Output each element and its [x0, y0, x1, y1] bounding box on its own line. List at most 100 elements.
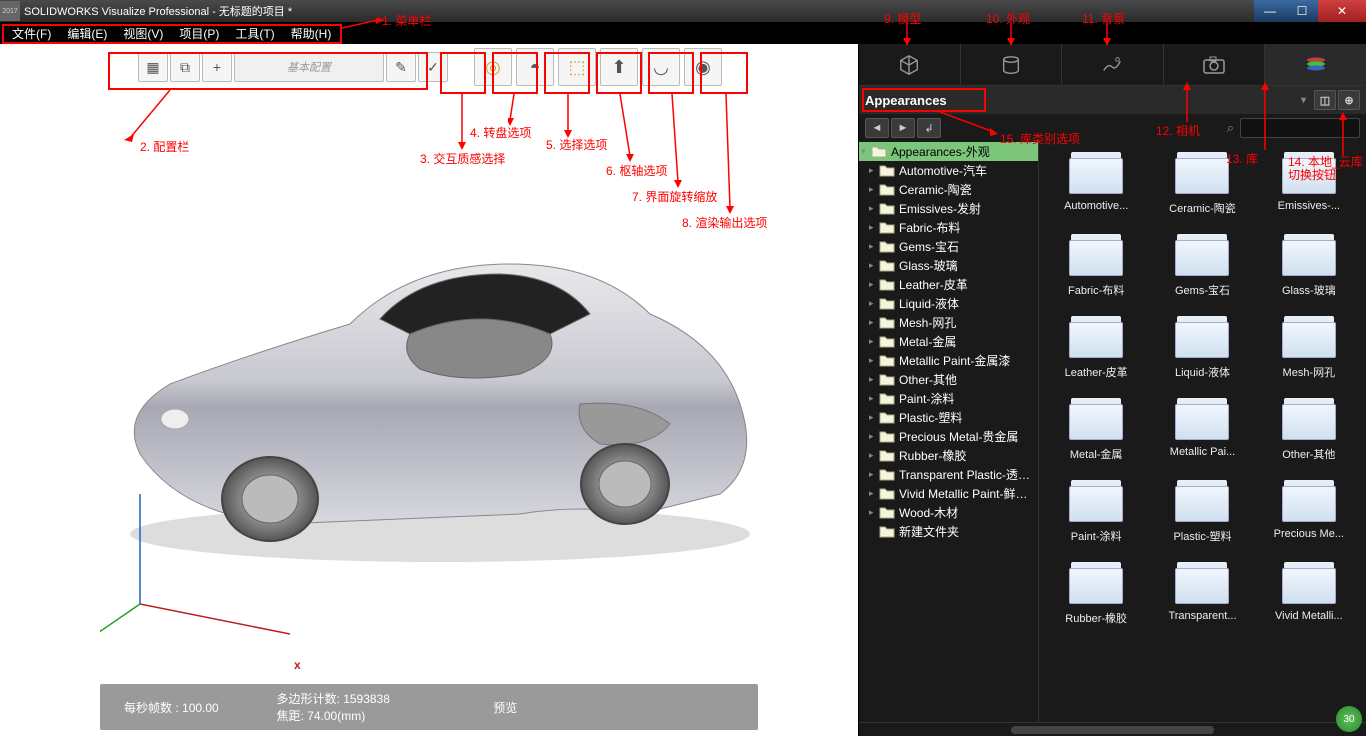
- tab-appearance[interactable]: [961, 44, 1063, 85]
- grid-item-label: Fabric-布料: [1068, 282, 1124, 298]
- add-button[interactable]: +: [202, 52, 232, 82]
- fps-value: 100.00: [182, 701, 219, 715]
- select-button[interactable]: ⬚: [558, 48, 596, 86]
- tab-library[interactable]: [1265, 44, 1366, 85]
- tree-item[interactable]: ▸Glass-玻璃: [859, 256, 1038, 275]
- library-tree[interactable]: ▾ Appearances-外观 ▸Automotive-汽车▸Ceramic-…: [859, 142, 1039, 722]
- tree-item[interactable]: ▸Transparent Plastic-透明塑料: [859, 465, 1038, 484]
- tab-scene[interactable]: [1062, 44, 1164, 85]
- render-output-button[interactable]: ◉: [684, 48, 722, 86]
- pivot-button[interactable]: ⬆: [600, 48, 638, 86]
- menu-edit[interactable]: 编辑(E): [59, 23, 115, 44]
- menu-file[interactable]: 文件(F): [4, 23, 59, 44]
- tree-item[interactable]: ▸Metallic Paint-金属漆: [859, 351, 1038, 370]
- tree-item[interactable]: ▸Metal-金属: [859, 332, 1038, 351]
- grid-item[interactable]: Other-其他: [1260, 396, 1358, 462]
- grid-item[interactable]: Automotive...: [1047, 150, 1145, 216]
- tree-item[interactable]: ▸Fabric-布料: [859, 218, 1038, 237]
- tree-item[interactable]: ▸Mesh-网孔: [859, 313, 1038, 332]
- grid-item-label: Mesh-网孔: [1283, 364, 1336, 380]
- interactive-quality-button[interactable]: ◎: [474, 48, 512, 86]
- grid-item[interactable]: Liquid-液体: [1153, 314, 1251, 380]
- nav-up-button[interactable]: ↲: [917, 118, 941, 138]
- preview-label: 预览: [429, 699, 582, 716]
- tree-item-label: Ceramic-陶瓷: [899, 181, 972, 198]
- maximize-button[interactable]: ☐: [1286, 0, 1318, 22]
- grid-item-label: Paint-涂料: [1071, 528, 1122, 544]
- tree-item[interactable]: ▸Rubber-橡胶: [859, 446, 1038, 465]
- local-lib-button[interactable]: ◫: [1314, 90, 1336, 110]
- tree-scrollbar[interactable]: [859, 722, 1366, 736]
- grid-item[interactable]: Metallic Pai...: [1153, 396, 1251, 462]
- menu-help[interactable]: 帮助(H): [283, 23, 340, 44]
- tree-item-label: Leather-皮革: [899, 276, 968, 293]
- menu-view[interactable]: 视图(V): [115, 23, 171, 44]
- tree-root[interactable]: ▾ Appearances-外观: [859, 142, 1038, 161]
- library-search-input[interactable]: [1240, 118, 1360, 138]
- nav-back-button[interactable]: ◄: [865, 118, 889, 138]
- grid-item-label: Automotive...: [1064, 200, 1128, 212]
- tree-item[interactable]: ▸Emissives-发射: [859, 199, 1038, 218]
- config-input[interactable]: 基本配置: [234, 52, 384, 82]
- grid-item[interactable]: Ceramic-陶瓷: [1153, 150, 1251, 216]
- tree-item[interactable]: ▸Paint-涂料: [859, 389, 1038, 408]
- folder-icon: [1175, 560, 1229, 604]
- group-btn-1[interactable]: ▦: [138, 52, 168, 82]
- tree-item[interactable]: ▸Other-其他: [859, 370, 1038, 389]
- minimize-button[interactable]: —: [1254, 0, 1286, 22]
- tree-item[interactable]: ▸Vivid Metallic Paint-鲜艳金属漆: [859, 484, 1038, 503]
- tab-model[interactable]: [859, 44, 961, 85]
- menu-tools[interactable]: 工具(T): [227, 23, 282, 44]
- tree-item[interactable]: ▸Precious Metal-贵金属: [859, 427, 1038, 446]
- tree-item-label: Gems-宝石: [899, 238, 959, 255]
- tree-item-label: Mesh-网孔: [899, 314, 956, 331]
- status-bar: 每秒帧数 : 100.00 多边形计数: 1593838 焦距: 74.00(m…: [100, 684, 758, 730]
- focal-label: 焦距:: [277, 709, 304, 723]
- tree-item-label: Precious Metal-贵金属: [899, 428, 1018, 445]
- viewport-canvas[interactable]: x 每秒帧数 : 100.00 多边形计数: 1593838 焦距: 74.00…: [0, 44, 858, 736]
- menu-project[interactable]: 项目(P): [171, 23, 227, 44]
- tree-item[interactable]: ▸Wood-木材: [859, 503, 1038, 522]
- grid-item[interactable]: Precious Me...: [1260, 478, 1358, 544]
- close-button[interactable]: ✕: [1318, 0, 1366, 22]
- library-grid[interactable]: Automotive... Ceramic-陶瓷Emissives-... Fabr…: [1039, 142, 1366, 722]
- status-mid: 多边形计数: 1593838 焦距: 74.00(mm): [277, 690, 430, 724]
- grid-item[interactable]: Metal-金属: [1047, 396, 1145, 462]
- grid-item-label: Gems-宝石: [1175, 282, 1230, 298]
- check-button[interactable]: ✓: [418, 52, 448, 82]
- grid-item[interactable]: Plastic-塑料: [1153, 478, 1251, 544]
- group-btn-2[interactable]: ⧉: [170, 52, 200, 82]
- nav-fwd-button[interactable]: ►: [891, 118, 915, 138]
- grid-item[interactable]: Fabric-布料: [1047, 232, 1145, 298]
- tree-item[interactable]: ▸Gems-宝石: [859, 237, 1038, 256]
- grid-item[interactable]: Mesh-网孔: [1260, 314, 1358, 380]
- grid-item-label: Glass-玻璃: [1282, 282, 1336, 298]
- menu-bar: 文件(F) 编辑(E) 视图(V) 项目(P) 工具(T) 帮助(H): [0, 22, 1366, 44]
- folder-icon: [1282, 478, 1336, 522]
- tree-item[interactable]: ▸Plastic-塑料: [859, 408, 1038, 427]
- grid-item[interactable]: Rubber-橡胶: [1047, 560, 1145, 626]
- search-icon: ⌕: [1227, 120, 1234, 136]
- tab-camera[interactable]: [1164, 44, 1266, 85]
- tree-item[interactable]: ▸Ceramic-陶瓷: [859, 180, 1038, 199]
- tree-root-label: Appearances-外观: [891, 143, 990, 160]
- grid-item[interactable]: Transparent...: [1153, 560, 1251, 626]
- grid-item[interactable]: Glass-玻璃: [1260, 232, 1358, 298]
- grid-item[interactable]: Leather-皮革: [1047, 314, 1145, 380]
- tree-item[interactable]: ▸Automotive-汽车: [859, 161, 1038, 180]
- grid-item[interactable]: Vivid Metalli...: [1260, 560, 1358, 626]
- grid-item[interactable]: Gems-宝石: [1153, 232, 1251, 298]
- tree-item[interactable]: ▸Liquid-液体: [859, 294, 1038, 313]
- folder-icon: [1069, 314, 1123, 358]
- dropdown-caret-icon[interactable]: ▾: [1301, 95, 1306, 106]
- cloud-lib-button[interactable]: ⊕: [1338, 90, 1360, 110]
- grid-item[interactable]: Paint-涂料: [1047, 478, 1145, 544]
- orbit-zoom-button[interactable]: ◡: [642, 48, 680, 86]
- turntable-button[interactable]: ◓: [516, 48, 554, 86]
- tree-item[interactable]: ▸Leather-皮革: [859, 275, 1038, 294]
- tree-item[interactable]: 新建文件夹: [859, 522, 1038, 541]
- folder-icon: [1069, 232, 1123, 276]
- edit-button[interactable]: ✎: [386, 52, 416, 82]
- tree-item-label: Wood-木材: [899, 504, 958, 521]
- grid-item[interactable]: Emissives-...: [1260, 150, 1358, 216]
